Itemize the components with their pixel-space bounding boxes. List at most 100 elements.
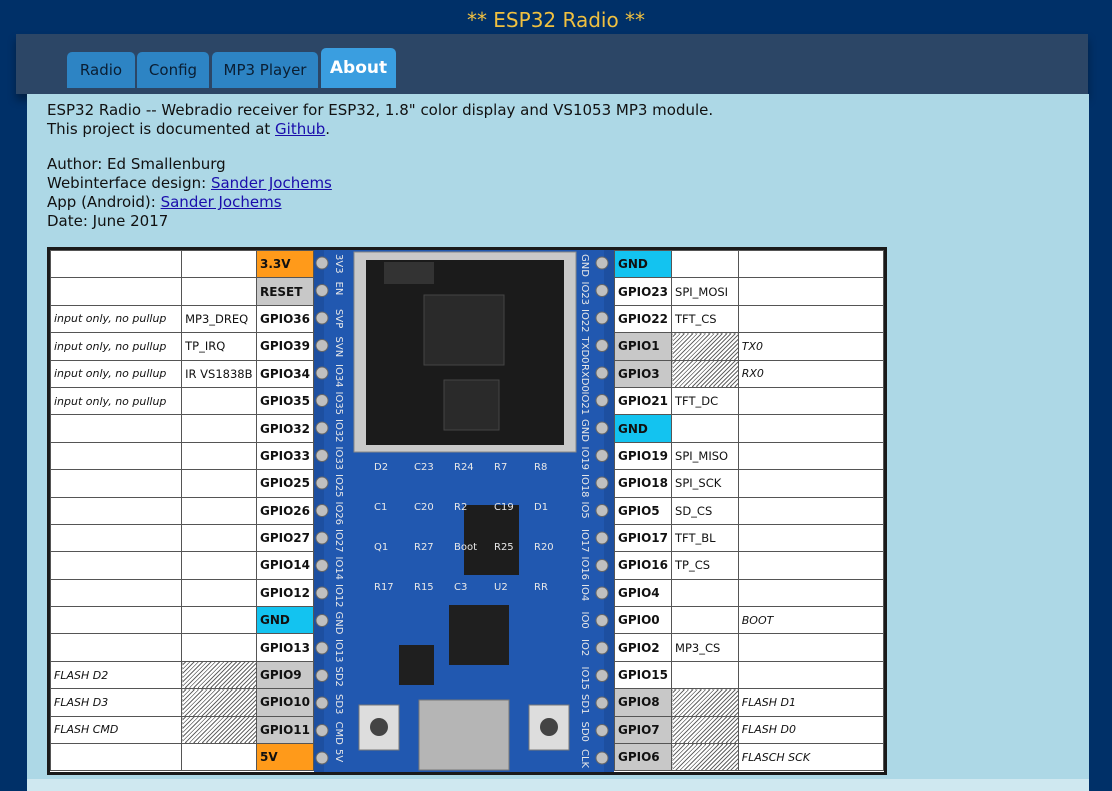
pin-gpio: GPIO26	[255, 496, 315, 525]
pin-gpio: GPIO32	[255, 414, 315, 443]
board-silkscreen-label: 3V3	[333, 254, 344, 274]
pin-row-right: GPIO21 TFT_DC	[613, 386, 885, 416]
pin-function	[671, 414, 739, 443]
board-silkscreen-label: D1	[534, 502, 548, 513]
tab-about[interactable]: About	[321, 48, 396, 88]
pin-note: RX0	[737, 359, 885, 388]
pin-note	[49, 277, 183, 306]
board-silkscreen-label: IO2	[579, 639, 590, 656]
pin-note	[49, 578, 183, 608]
pin-function	[181, 386, 257, 416]
board-silkscreen-label: C3	[454, 582, 467, 593]
pin-gpio: GPIO14	[255, 551, 315, 580]
date-text: Date: June 2017	[47, 212, 169, 230]
header-pin	[315, 641, 329, 655]
pin-row-right: GPIO0 BOOT	[613, 606, 885, 635]
pin-note	[737, 304, 885, 334]
board-silkscreen-label: IO0	[579, 612, 590, 629]
board-silkscreen-label: IO21	[579, 392, 590, 416]
webinterface-line: Webinterface design: Sander Jochems	[47, 174, 332, 192]
pin-row-left: FLASH D3 GPIO10	[49, 688, 315, 717]
board-silkscreen-label: C1	[374, 502, 387, 513]
board-silkscreen-label: IO4	[579, 584, 590, 601]
header-pin	[595, 559, 609, 572]
app-line: App (Android): Sander Jochems	[47, 193, 282, 211]
pin-function	[181, 633, 257, 662]
pin-gpio: GND	[613, 249, 673, 279]
pin-row-left: FLASH CMD GPIO11	[49, 715, 315, 745]
pin-gpio: GPIO22	[613, 304, 673, 334]
board-silkscreen-label: R15	[414, 582, 434, 593]
header-pin	[595, 504, 609, 517]
pin-function	[671, 359, 739, 388]
board-silkscreen-label: IO32	[333, 419, 344, 443]
board-silkscreen-label: IO27	[333, 529, 344, 553]
header-pin	[595, 696, 609, 710]
esp32-board-image: 3V3 EN SVP SVN IO34 IO35 IO32 IO33 IO25 IO26 IO27 I…	[314, 250, 614, 772]
pin-function	[671, 660, 739, 690]
pin-note: FLASH CMD	[49, 715, 183, 745]
board-silkscreen-label: IO19	[579, 447, 590, 471]
board-silkscreen-label: IO26	[333, 502, 344, 526]
pin-row-left: input only, no pullup TP_IRQ GPIO39	[49, 332, 315, 361]
pin-function	[181, 688, 257, 717]
pin-gpio: GPIO15	[613, 660, 673, 690]
pin-function	[671, 249, 739, 279]
pin-function	[671, 578, 739, 608]
pin-gpio: GPIO2	[613, 633, 673, 662]
pin-gpio: GPIO36	[255, 304, 315, 334]
header-pin	[595, 256, 609, 270]
webinterface-author-link[interactable]: Sander Jochems	[211, 174, 332, 192]
board-silkscreen-label: IO18	[579, 474, 590, 498]
board-illustration: 3V3 EN SVP SVN IO34 IO35 IO32 IO33 IO25 IO26 IO27 I…	[314, 250, 614, 772]
pin-row-left: GPIO32	[49, 414, 315, 443]
header-pin	[315, 449, 329, 462]
board-silkscreen-label: IO23	[579, 282, 590, 306]
pin-gpio: GPIO18	[613, 469, 673, 498]
author-text: Author: Ed Smallenburg	[47, 155, 226, 173]
pin-gpio: GPIO17	[613, 523, 673, 553]
tab-bar: Radio Config MP3 Player About	[16, 34, 1088, 94]
pin-note	[49, 249, 183, 279]
pin-row-left: 5V	[49, 743, 315, 772]
pin-row-left: input only, no pullup GPIO35	[49, 386, 315, 416]
pin-gpio: GPIO9	[255, 660, 315, 690]
pin-function	[671, 332, 739, 361]
github-link[interactable]: Github	[275, 120, 325, 138]
pin-note	[737, 660, 885, 690]
pin-note: input only, no pullup	[49, 359, 183, 388]
pin-note	[737, 441, 885, 471]
pin-row-right: GPIO5 SD_CS	[613, 496, 885, 525]
board-silkscreen-label: RXD0	[579, 364, 590, 392]
pin-function	[671, 715, 739, 745]
pin-function: MP3_DREQ	[181, 304, 257, 334]
pin-function: IR VS1838B	[181, 359, 257, 388]
header-pin	[595, 311, 609, 325]
pin-row-left: 3.3V	[49, 249, 315, 279]
pin-note: input only, no pullup	[49, 332, 183, 361]
header-pin	[595, 449, 609, 462]
pin-gpio: GPIO5	[613, 496, 673, 525]
header-pin	[595, 366, 609, 380]
header-pin	[315, 256, 329, 270]
pin-note: FLASH D3	[49, 688, 183, 717]
tab-radio[interactable]: Radio	[67, 52, 135, 88]
pin-note	[737, 633, 885, 662]
header-pin	[315, 531, 329, 545]
pin-gpio: GPIO0	[613, 606, 673, 635]
pin-function	[671, 688, 739, 717]
pin-gpio: GPIO19	[613, 441, 673, 471]
pin-gpio: GPIO27	[255, 523, 315, 553]
pin-note: FLASH D1	[737, 688, 885, 717]
app-author-link[interactable]: Sander Jochems	[161, 193, 282, 211]
pin-function	[181, 606, 257, 635]
header-pin	[595, 641, 609, 655]
pin-function	[181, 277, 257, 306]
pin-note: input only, no pullup	[49, 304, 183, 334]
pin-gpio: GPIO13	[255, 633, 315, 662]
tab-mp3-player[interactable]: MP3 Player	[212, 52, 318, 88]
header-pin	[315, 421, 329, 435]
header-pin	[595, 284, 609, 297]
tab-config[interactable]: Config	[137, 52, 209, 88]
pin-row-right: GPIO3 RX0	[613, 359, 885, 388]
